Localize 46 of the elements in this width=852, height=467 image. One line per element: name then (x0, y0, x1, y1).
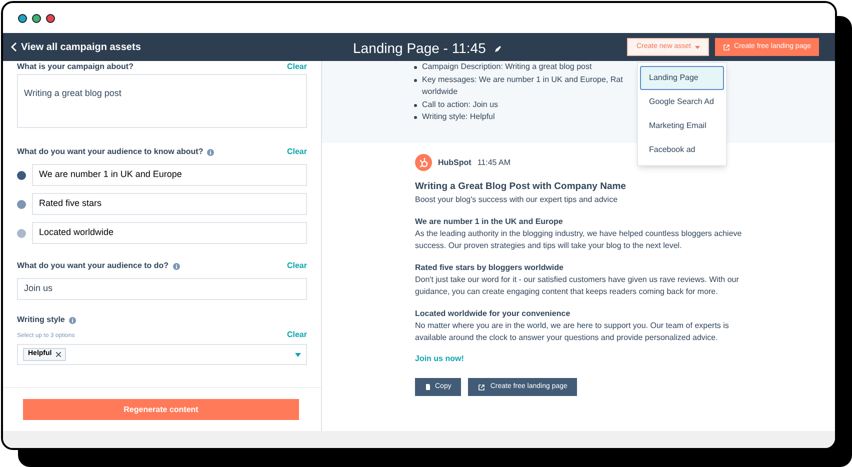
input-field[interactable]: Rated five stars (32, 193, 307, 215)
section-body: No matter where you are in the world, we are here to support you. Our team of experts is available around the clock to answer your questions and provide personalized advice. (415, 320, 730, 344)
message-time: 11:45 AM (477, 156, 511, 168)
text-area[interactable]: Writing a great blog post (17, 74, 307, 128)
dropdown-item[interactable]: Marketing Email (640, 114, 724, 138)
field-label: What is your campaign about? (17, 62, 134, 72)
bullet (414, 78, 417, 82)
external-link-icon (478, 384, 486, 391)
dropdown-item[interactable]: Facebook ad (640, 138, 724, 162)
section-heading: We are number 1 in the UK and Europe (415, 216, 564, 228)
page-title: Landing Page - 11:45 (353, 39, 486, 58)
info-icon (68, 316, 76, 324)
input-field[interactable]: Join us (17, 278, 307, 300)
dropdown-item[interactable]: Landing Page (640, 66, 724, 90)
label-text: What do you want your audience to know about? (17, 146, 204, 158)
bullet (414, 104, 417, 106)
info-icon (207, 148, 214, 156)
summary-text: Call to action: Join us (422, 98, 498, 110)
copy-icon (425, 384, 430, 390)
label-text: Writing style (17, 314, 65, 326)
message-subtitle: Boost your blog's success with our expert tips and advice (415, 194, 619, 206)
section-body: Don't just take our word for it - our satisfied customers have given us rave reviews. With our guidance, you can create engaging content that keeps readers coming back for more. (415, 274, 740, 298)
section-heading: Located worldwide for your convenience (415, 308, 572, 320)
section-body: As the leading authority in the blogging industry, we have helped countless bloggers achieve success. Our proven strategies and tips will take your blog to the next level. (415, 228, 743, 252)
bullet (414, 66, 417, 69)
caret-down-icon (694, 46, 700, 48)
section-heading: Rated five stars by bloggers worldwide (415, 262, 564, 274)
summary-text: worldwide (422, 86, 459, 98)
external-link-icon (722, 44, 730, 50)
message-title: Writing a Great Blog Post with Company Name (415, 180, 627, 194)
input-field[interactable]: We are number 1 in UK and Europe (32, 164, 307, 186)
bullet (414, 116, 417, 119)
back-link[interactable]: View all campaign assets (11, 40, 141, 54)
dropdown-item[interactable]: Google Search Ad (640, 90, 724, 114)
input-field[interactable]: Located worldwide (32, 222, 307, 244)
chevron-left-icon (11, 42, 17, 52)
summary-text: Key messages: We are number 1 in UK and Europe, Rat (422, 74, 623, 86)
pencil-icon[interactable] (494, 44, 502, 52)
caret-down-icon (295, 352, 301, 356)
info-icon (172, 262, 180, 270)
summary-text: Campaign Description: Writing a great blog post (422, 61, 592, 73)
sprocket-logo-icon (415, 154, 432, 171)
summary-text: Writing style: Helpful (422, 111, 495, 123)
close-icon[interactable] (56, 352, 61, 357)
label-text: What do you want your audience to do? (17, 260, 169, 272)
sender-name: HubSpot (438, 156, 472, 168)
